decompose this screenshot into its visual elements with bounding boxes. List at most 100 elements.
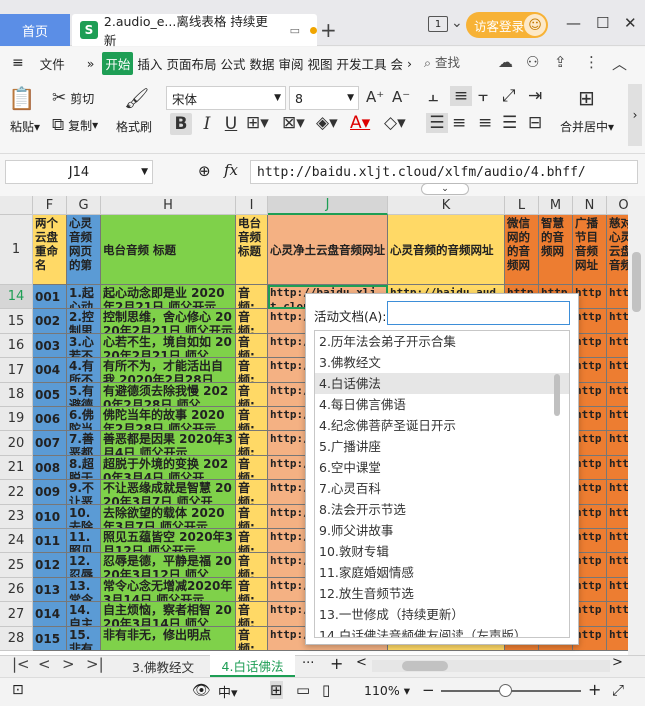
cell-g[interactable]: 8.超脱于 (67, 456, 101, 480)
column-header-n[interactable]: N (573, 196, 607, 215)
cell-g[interactable]: 3.心若不生 (67, 334, 101, 358)
merge-center-icon[interactable]: ⊞ (578, 86, 595, 110)
row-header[interactable]: 1 (0, 215, 33, 285)
page-layout-view-icon[interactable]: ▭ (296, 681, 310, 699)
sheet-list-item[interactable]: 9.师父讲故事 (315, 520, 569, 541)
indent-icon[interactable]: ⇥ (528, 86, 542, 106)
zoom-in-icon[interactable]: + (588, 680, 601, 699)
cell-f[interactable]: 008 (33, 456, 67, 480)
cell-i[interactable]: 音频: (236, 627, 268, 651)
menu-file[interactable]: 文件 (40, 54, 65, 73)
cell-f[interactable]: 006 (33, 407, 67, 431)
merge-border-icon[interactable]: ⊠▾ (282, 113, 305, 133)
menu-page-layout[interactable]: 页面布局 (166, 54, 216, 73)
hamburger-icon[interactable]: ≡ (12, 55, 24, 71)
share-user-icon[interactable]: ⚇ (526, 53, 539, 71)
header-cell-o[interactable]: 慈对心灵云盘音频 (607, 215, 628, 285)
window-count-badge[interactable]: 1 (428, 16, 448, 32)
cell-g[interactable]: 14.自主烦 (67, 602, 101, 627)
cell-f[interactable]: 010 (33, 505, 67, 529)
cell-i[interactable]: 音频: (236, 553, 268, 578)
document-tab[interactable]: S 2.audio_e...离线表格 持续更新 ▭ (72, 14, 317, 48)
sheet-list-item[interactable]: 4.白话佛法 (315, 373, 569, 394)
home-tab[interactable]: 首页 (0, 14, 70, 46)
row-header[interactable]: 17 (0, 358, 33, 383)
header-cell-h[interactable]: 电台音频 标题 (101, 215, 236, 285)
row-header[interactable]: 20 (0, 431, 33, 456)
justify-icon[interactable]: ☰ (502, 113, 517, 133)
orientation-icon[interactable]: ⤢ (502, 86, 516, 106)
column-header-m[interactable]: M (539, 196, 573, 215)
cell-i[interactable]: 音频: (236, 578, 268, 602)
cell-i[interactable]: 音频: (236, 480, 268, 505)
cell-f[interactable]: 004 (33, 358, 67, 383)
sheet-list-item[interactable]: 6.空中课堂 (315, 457, 569, 478)
formula-input[interactable]: http://baidu.xljt.cloud/xlfm/audio/4.bhf… (250, 160, 638, 184)
cell-i[interactable]: 音频: (236, 383, 268, 407)
cell-h[interactable]: 起心动念即是业 2020年2月21日 师父开示 (101, 285, 236, 309)
cell-i[interactable]: 音频: (236, 505, 268, 529)
cell-f[interactable]: 003 (33, 334, 67, 358)
align-center-icon[interactable]: ≡ (452, 113, 466, 133)
cell-o[interactable]: http (607, 431, 628, 456)
cell-i[interactable]: 音频: (236, 602, 268, 627)
row-header[interactable]: 21 (0, 456, 33, 480)
row-header[interactable]: 15 (0, 309, 33, 334)
cell-g[interactable]: 13.常令心 (67, 578, 101, 602)
align-middle-icon[interactable]: ≡ (450, 86, 472, 106)
header-cell-m[interactable]: 智慧的音频网 (539, 215, 573, 285)
cell-h[interactable]: 佛陀当年的故事 2020年2月28日 师父开示 (101, 407, 236, 431)
cell-i[interactable]: 音频: (236, 407, 268, 431)
cell-h[interactable]: 不让恶缘成就是智慧 2020年3月7日 师父开 (101, 480, 236, 505)
cell-o[interactable]: http (607, 529, 628, 553)
zoom-out-icon[interactable]: − (422, 681, 435, 699)
vertical-scrollbar[interactable] (628, 196, 645, 655)
cell-g[interactable]: 11.照见五 (67, 529, 101, 553)
menu-formula[interactable]: 公式 (220, 54, 245, 73)
align-right-icon[interactable]: ≡ (478, 113, 492, 133)
align-top-icon[interactable]: ⫠ (428, 86, 438, 106)
font-size-select[interactable]: 8 ▼ (289, 86, 359, 110)
sheet-list-scroll-thumb[interactable] (554, 374, 560, 416)
column-header-o[interactable]: O (607, 196, 628, 215)
menu-member[interactable]: 会 (391, 54, 404, 73)
zoom-formula-icon[interactable]: ⊕ (198, 162, 211, 180)
cell-o[interactable]: http (607, 383, 628, 407)
maximize-icon[interactable]: ☐ (596, 14, 609, 32)
cell-i[interactable]: 音频: (236, 431, 268, 456)
italic-button[interactable]: I (198, 113, 216, 135)
macro-record-icon[interactable]: ⊡ (12, 682, 24, 698)
first-sheet-icon[interactable]: |< (12, 655, 30, 673)
cell-f[interactable]: 013 (33, 578, 67, 602)
sheet-list-item[interactable]: 11.家庭婚姻情感 (315, 562, 569, 583)
menu-insert[interactable]: 插入 (137, 54, 162, 73)
input-method-icon[interactable]: 中▾ (218, 682, 238, 701)
fullscreen-icon[interactable]: ⤢ (612, 681, 624, 699)
cell-f[interactable]: 014 (33, 602, 67, 627)
cell-f[interactable]: 009 (33, 480, 67, 505)
menu-review[interactable]: 审阅 (278, 54, 303, 73)
border-icon[interactable]: ⊞▾ (246, 113, 269, 133)
row-header[interactable]: 28 (0, 627, 33, 651)
paste-button[interactable]: 粘贴▾ (10, 118, 40, 135)
cell-o[interactable]: http (607, 627, 628, 651)
page-break-view-icon[interactable]: ▯ (322, 681, 330, 699)
fx-icon[interactable]: fx (224, 161, 238, 179)
cell-o[interactable]: http (607, 553, 628, 578)
sheet-list-item[interactable]: 4.纪念佛菩萨圣诞日开示 (315, 415, 569, 436)
cell-o[interactable]: http (607, 334, 628, 358)
sheet-list-item[interactable]: 5.广播讲座 (315, 436, 569, 457)
header-cell-n[interactable]: 广播节目音频网址 (573, 215, 607, 285)
cell-h[interactable]: 常令心念无增减2020年3月14日 师父开示 (101, 578, 236, 602)
row-header[interactable]: 22 (0, 480, 33, 505)
cell-h[interactable]: 去除欲望的载体 2020年3月7日 师父开示 (101, 505, 236, 529)
decrease-font-icon[interactable]: A⁻ (392, 88, 410, 106)
menu-scroll-right-icon[interactable]: › (407, 56, 412, 71)
sheet-list-item[interactable]: 4.每日佛言佛语 (315, 394, 569, 415)
cell-f[interactable]: 001 (33, 285, 67, 309)
cell-h[interactable]: 控制思维，舍心修心 2020年2月21日 师父开示 (101, 309, 236, 334)
column-header-g[interactable]: G (67, 196, 101, 215)
more-options-icon[interactable]: ⋮ (584, 53, 599, 71)
paste-icon[interactable]: 📋 (8, 86, 35, 112)
share-icon[interactable]: ⇪ (554, 53, 567, 71)
